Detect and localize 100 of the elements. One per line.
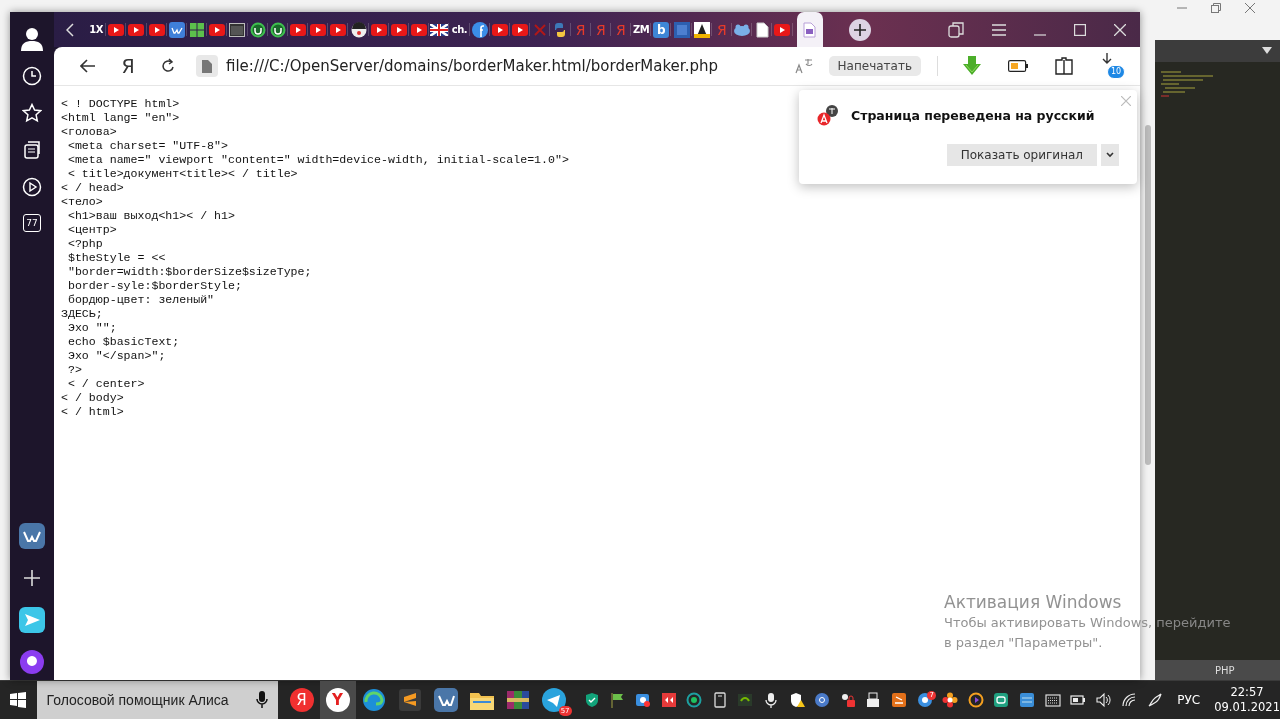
app-tile-icon[interactable] bbox=[993, 692, 1010, 708]
terminal-icon bbox=[229, 22, 246, 37]
code-line: Эхо "</span>"; bbox=[66, 349, 166, 363]
ring-icon bbox=[269, 21, 286, 38]
menu-icon[interactable] bbox=[992, 23, 1006, 36]
ring-icon[interactable] bbox=[686, 692, 703, 708]
code-line: < / head> bbox=[61, 181, 124, 195]
battery-icon[interactable] bbox=[1070, 692, 1087, 708]
blob-icon bbox=[733, 22, 752, 37]
file-icon[interactable] bbox=[196, 55, 218, 77]
download-arrow-icon[interactable] bbox=[962, 56, 982, 76]
plus-icon[interactable] bbox=[23, 568, 41, 587]
maximize-icon[interactable] bbox=[1074, 23, 1086, 36]
play-icon[interactable] bbox=[22, 176, 42, 197]
extension-icon[interactable] bbox=[1054, 56, 1074, 76]
swirl-icon bbox=[361, 688, 386, 712]
mascot-icon bbox=[350, 21, 367, 38]
lock-icon[interactable] bbox=[839, 692, 856, 708]
code-line: ?> bbox=[66, 363, 82, 377]
video-play-icon bbox=[491, 23, 508, 36]
tab[interactable]: ch. bbox=[449, 12, 470, 47]
language-indicator[interactable]: РУС bbox=[1177, 693, 1201, 707]
tab[interactable]: b bbox=[651, 12, 672, 47]
print-button[interactable]: Напечатать bbox=[828, 56, 921, 76]
wifi-icon[interactable] bbox=[1121, 692, 1138, 708]
camera-icon[interactable] bbox=[635, 692, 652, 708]
activation-title: Активация Windows bbox=[944, 591, 1123, 613]
tab[interactable]: ZM bbox=[631, 12, 652, 47]
app-tile-icon bbox=[433, 688, 458, 712]
cards-icon[interactable] bbox=[948, 21, 964, 38]
video-play-icon bbox=[370, 23, 387, 36]
clock[interactable]: 22:57 09.01.2021 bbox=[1214, 685, 1280, 715]
shield-icon[interactable] bbox=[583, 692, 600, 708]
video-play-icon bbox=[390, 23, 407, 36]
video-play-icon bbox=[512, 23, 529, 36]
warning-shield-icon[interactable] bbox=[788, 692, 805, 708]
code-line: < / html> bbox=[61, 405, 124, 419]
send-icon[interactable] bbox=[19, 606, 45, 633]
dropdown-button[interactable] bbox=[1101, 144, 1119, 166]
code-line: <?php bbox=[66, 237, 103, 251]
assistant-icon[interactable] bbox=[19, 648, 45, 675]
code-line: <голова> bbox=[61, 125, 117, 139]
microphone-icon[interactable] bbox=[763, 692, 779, 708]
taskbar-app[interactable]: Y bbox=[319, 680, 356, 719]
app-tile-icon[interactable] bbox=[19, 522, 45, 549]
code-line: <meta charset= "UTF-8"> bbox=[66, 139, 228, 153]
tab[interactable]: 1X bbox=[86, 12, 107, 47]
restore-icon[interactable] bbox=[1210, 2, 1222, 14]
translate-icon[interactable] bbox=[794, 58, 813, 74]
code-line: <тело> bbox=[61, 195, 103, 209]
code-line: $theStyle = << bbox=[66, 251, 166, 265]
popup-title: Страница переведена на русский bbox=[851, 107, 1095, 123]
downloads-button[interactable]: 10 bbox=[1100, 52, 1126, 80]
windows-logo-icon bbox=[10, 692, 27, 708]
reload-icon[interactable] bbox=[161, 58, 175, 74]
round-icon bbox=[471, 21, 488, 38]
code-line: <meta name=" viewport "content=" width=device-width, initial-scale=1.0"> bbox=[66, 153, 569, 167]
flower-icon[interactable] bbox=[942, 692, 959, 708]
taskbar-app[interactable]: Я bbox=[283, 680, 320, 719]
clock-icon[interactable] bbox=[22, 65, 42, 86]
back-arrow-icon[interactable] bbox=[80, 59, 96, 73]
document-icon bbox=[202, 59, 212, 73]
profile-icon[interactable] bbox=[21, 26, 43, 51]
flag-icon[interactable] bbox=[609, 692, 626, 708]
battery-icon[interactable] bbox=[1008, 60, 1028, 72]
new-tab-button[interactable] bbox=[848, 18, 871, 41]
browser-logo[interactable]: Я bbox=[108, 55, 148, 77]
search-field[interactable]: Голосовой помощник Алиса bbox=[46, 692, 250, 708]
cards-icon[interactable] bbox=[22, 139, 42, 160]
chevron-left-icon[interactable] bbox=[66, 22, 74, 37]
app-tile-icon[interactable] bbox=[660, 692, 677, 708]
activation-text: Чтобы активировать Windows, перейдите в раздел "Параметры". bbox=[944, 614, 1232, 652]
keyboard-icon[interactable] bbox=[1044, 692, 1061, 708]
chat-bubble-icon[interactable] bbox=[814, 692, 831, 708]
code-line: "border=width:$borderSize$sizeType; bbox=[66, 265, 312, 279]
caret-icon[interactable] bbox=[1262, 47, 1272, 55]
microphone-icon[interactable] bbox=[255, 691, 268, 709]
star-icon[interactable] bbox=[22, 102, 42, 123]
code-line: ЗДЕСЬ; bbox=[61, 307, 103, 321]
code-line: <h1>ваш выход<h1>< / h1> bbox=[66, 209, 235, 223]
syntax-label: PHP bbox=[1215, 664, 1235, 676]
tab[interactable] bbox=[796, 12, 823, 47]
play-ring-icon[interactable] bbox=[967, 692, 984, 708]
address-field[interactable]: file:///C:/OpenServer/domains/borderMaker.html/borderMaker.php bbox=[226, 57, 718, 75]
pen-icon[interactable] bbox=[1146, 692, 1163, 708]
counter-tile[interactable]: 77 bbox=[23, 214, 41, 232]
show-original-button[interactable]: Показать оригинал bbox=[946, 144, 1097, 166]
code-line: < / body> bbox=[61, 391, 124, 405]
video-play-icon bbox=[411, 23, 428, 36]
search-box[interactable]: Голосовой помощник Алиса bbox=[36, 680, 278, 719]
usb-icon[interactable] bbox=[865, 692, 882, 708]
chip-icon[interactable] bbox=[737, 692, 754, 708]
scrollbar-thumb[interactable] bbox=[1145, 125, 1151, 465]
app-tile-icon[interactable] bbox=[890, 692, 907, 708]
app-tile-icon[interactable] bbox=[1018, 692, 1035, 708]
code-line: border-syle:$borderStyle; bbox=[66, 279, 242, 293]
close-icon[interactable] bbox=[1244, 2, 1256, 14]
phone-icon[interactable] bbox=[711, 692, 728, 708]
video-play-icon bbox=[310, 23, 327, 36]
volume-icon[interactable] bbox=[1095, 692, 1112, 708]
